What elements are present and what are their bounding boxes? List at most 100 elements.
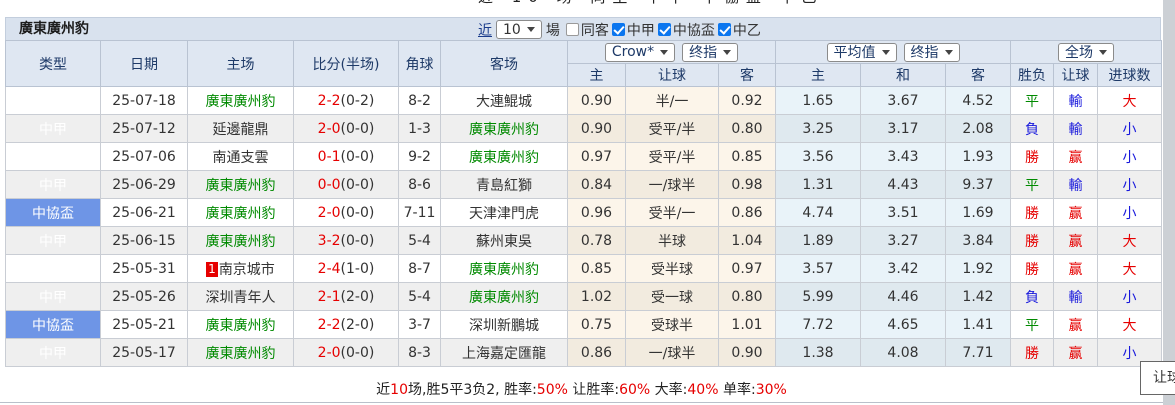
full-time-score: 2-2 [318, 93, 341, 109]
home-team-cell[interactable]: 廣東廣州豹 [188, 171, 294, 199]
sub-header-odds-away: 客 [719, 64, 776, 87]
period-select[interactable]: 全场 [1058, 43, 1114, 62]
score-cell: 3-2(0-0) [294, 227, 399, 255]
filter-controls: 近 10 場 同客中甲中協盃中乙 [478, 18, 764, 41]
recent-link[interactable]: 近 [478, 20, 492, 40]
result-cell: 勝 [1011, 255, 1054, 283]
date-cell: 25-06-29 [101, 171, 188, 199]
away-team-cell[interactable]: 青島紅獅 [441, 171, 568, 199]
date-cell: 25-07-18 [101, 87, 188, 115]
average-stage-select[interactable]: 终指 [904, 43, 960, 62]
home-team-name: 廣東廣州豹 [206, 178, 276, 194]
avg-draw-cell: 3.42 [861, 255, 946, 283]
full-time-score: 2-0 [318, 121, 341, 137]
recent-count-select[interactable]: 10 [496, 20, 542, 39]
away-odds-cell: 0.97 [719, 255, 776, 283]
avg-home-cell: 3.25 [776, 115, 861, 143]
avg-home-cell: 3.57 [776, 255, 861, 283]
home-team-cell[interactable]: 南通支雲 [188, 143, 294, 171]
chevron-down-icon [882, 50, 890, 55]
full-time-score: 3-2 [318, 233, 341, 249]
odds-stage-select[interactable]: 终指 [682, 43, 738, 62]
handicap-result-cell: 輸 [1054, 87, 1098, 115]
col-header-corner: 角球 [399, 41, 441, 87]
goals-cell: 小 [1098, 199, 1162, 227]
col-header-home: 主场 [188, 41, 294, 87]
away-team-cell[interactable]: 蘇州東吳 [441, 227, 568, 255]
average-stage-value: 终指 [911, 42, 939, 62]
home-team-cell[interactable]: 1南京城市 [188, 255, 294, 283]
date-cell: 25-06-15 [101, 227, 188, 255]
handicap-result-cell: 赢 [1054, 255, 1098, 283]
home-team-name: 南通支雲 [213, 150, 269, 166]
away-team-cell[interactable]: 廣東廣州豹 [441, 283, 568, 311]
goals-cell: 小 [1098, 143, 1162, 171]
home-team-cell[interactable]: 延邊龍鼎 [188, 115, 294, 143]
sub-header-result: 胜负 [1011, 64, 1054, 87]
match-history-table: 类型 日期 主场 比分(半场) 角球 客场 Crow* 终指 [5, 40, 1162, 367]
corner-cell: 5-4 [399, 283, 441, 311]
corner-cell: 5-4 [399, 227, 441, 255]
handicap-result-cell: 赢 [1054, 227, 1098, 255]
table-row: 中甲25-05-311南京城市2-4(1-0)8-7廣東廣州豹0.85受半球0.… [6, 255, 1162, 283]
home-team-cell[interactable]: 廣東廣州豹 [188, 199, 294, 227]
clipped-row-text: 近 10 场 同主 中甲 中協盃 中乙 [478, 0, 824, 6]
away-team-cell[interactable]: 廣東廣州豹 [441, 115, 568, 143]
handicap-result-cell: 赢 [1054, 311, 1098, 339]
home-team-cell[interactable]: 廣東廣州豹 [188, 87, 294, 115]
league-cell: 中甲 [6, 143, 101, 171]
filter-checkbox[interactable] [658, 23, 671, 36]
team-title-bar: 廣東廣州豹 近 10 場 同客中甲中協盃中乙 [5, 17, 1161, 40]
summary-segment: 60% [619, 382, 650, 398]
goals-cell: 大 [1098, 311, 1162, 339]
table-row: 中甲25-05-26深圳青年人2-1(2-0)5-4廣東廣州豹1.02受一球0.… [6, 283, 1162, 311]
score-cell: 2-2(2-0) [294, 311, 399, 339]
home-team-cell[interactable]: 廣東廣州豹 [188, 227, 294, 255]
handicap-cell: 一/球半 [626, 339, 719, 367]
chevron-down-icon [660, 50, 668, 55]
half-time-score: (0-0) [341, 345, 375, 361]
date-cell: 25-05-17 [101, 339, 188, 367]
avg-draw-cell: 4.46 [861, 283, 946, 311]
avg-home-cell: 1.65 [776, 87, 861, 115]
home-team-cell[interactable]: 廣東廣州豹 [188, 339, 294, 367]
home-team-name: 深圳青年人 [206, 290, 276, 306]
away-team-cell[interactable]: 天津津門虎 [441, 199, 568, 227]
average-type-select[interactable]: 平均值 [827, 43, 897, 62]
filter-checkbox[interactable] [566, 23, 579, 36]
score-cell: 0-1(0-0) [294, 143, 399, 171]
odds-company-select[interactable]: Crow* [605, 43, 675, 62]
date-cell: 25-06-21 [101, 199, 188, 227]
games-label: 場 [546, 20, 560, 40]
away-team-cell[interactable]: 上海嘉定匯龍 [441, 339, 568, 367]
handicap-cell: 半球 [626, 227, 719, 255]
home-team-cell[interactable]: 廣東廣州豹 [188, 311, 294, 339]
avg-home-cell: 1.89 [776, 227, 861, 255]
away-team-cell[interactable]: 大連鯤城 [441, 87, 568, 115]
away-team-cell[interactable]: 廣東廣州豹 [441, 255, 568, 283]
avg-away-cell: 9.37 [946, 171, 1011, 199]
result-cell: 勝 [1011, 143, 1054, 171]
home-team-cell[interactable]: 深圳青年人 [188, 283, 294, 311]
avg-away-cell: 1.92 [946, 255, 1011, 283]
league-cell: 中甲 [6, 115, 101, 143]
table-row: 中甲25-06-15廣東廣州豹3-2(0-0)5-4蘇州東吳0.78半球1.04… [6, 227, 1162, 255]
chevron-down-icon [1099, 50, 1107, 55]
away-team-cell[interactable]: 深圳新鵬城 [441, 311, 568, 339]
away-team-name: 廣東廣州豹 [469, 290, 539, 306]
handicap-cell: 半/一 [626, 87, 719, 115]
table-row: 中甲25-07-12延邊龍鼎2-0(0-0)1-3廣東廣州豹0.90受平/半0.… [6, 115, 1162, 143]
away-team-name: 青島紅獅 [476, 178, 532, 194]
filter-checkbox[interactable] [612, 23, 625, 36]
avg-away-cell: 1.93 [946, 143, 1011, 171]
filter-checkbox[interactable] [718, 23, 731, 36]
avg-draw-cell: 3.43 [861, 143, 946, 171]
odds-company-value: Crow* [612, 44, 654, 60]
handicap-result-cell: 輸 [1054, 283, 1098, 311]
handicap-result-cell: 赢 [1054, 143, 1098, 171]
summary-segment: 50% [537, 382, 568, 398]
away-team-cell[interactable]: 廣東廣州豹 [441, 143, 568, 171]
full-time-score: 2-1 [318, 289, 341, 305]
page-right-strip [1163, 0, 1175, 405]
summary-segment: 40% [687, 382, 718, 398]
